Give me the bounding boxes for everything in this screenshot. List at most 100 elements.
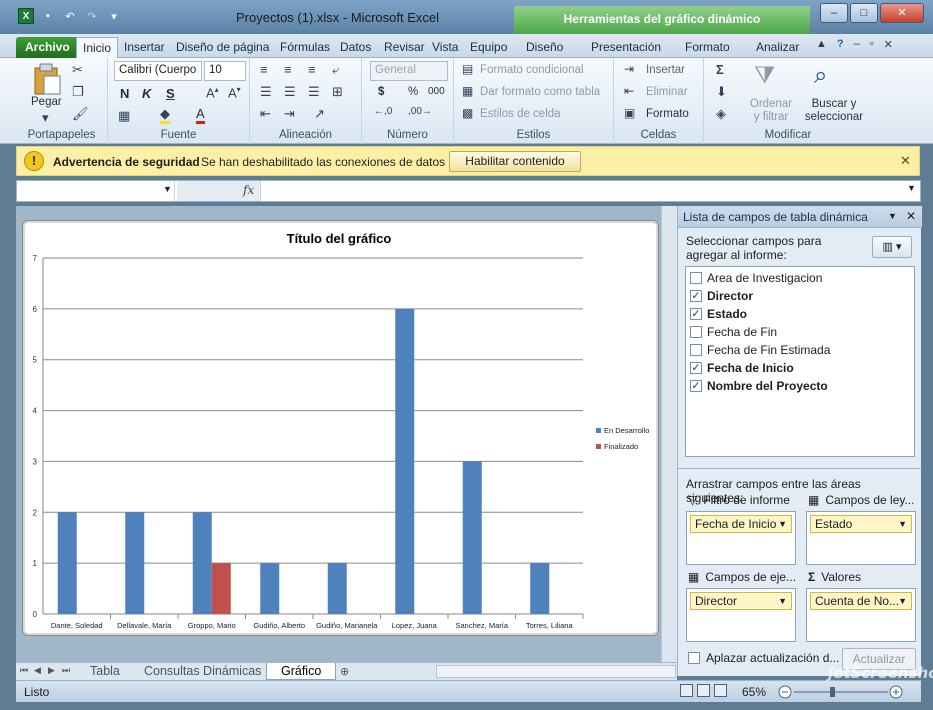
cell-styles-button[interactable]: Estilos de celda <box>480 108 561 120</box>
last-sheet-icon[interactable]: ⏭ <box>62 665 70 676</box>
fill-color-icon[interactable]: ◆ <box>160 106 170 124</box>
clear-icon[interactable]: ◈ <box>716 106 726 122</box>
font-color-icon[interactable]: A <box>196 106 205 124</box>
tab-archivo[interactable]: Archivo <box>16 37 79 58</box>
horizontal-scrollbar[interactable] <box>436 665 676 678</box>
insert-function-icon[interactable]: fx <box>243 183 254 197</box>
field-checkbox[interactable]: ✓ <box>690 308 702 320</box>
pivot-field-item[interactable]: ✓ Director <box>690 288 753 304</box>
fill-icon[interactable]: ⬇ <box>716 84 727 100</box>
collapse-ribbon-icon[interactable]: ▲ <box>816 38 827 51</box>
redo-icon[interactable]: ↷ <box>84 8 100 24</box>
name-box[interactable] <box>17 181 175 201</box>
axis-area[interactable]: Director ▼ <box>686 588 796 642</box>
increase-indent-icon[interactable]: ⇥ <box>284 106 295 122</box>
enable-content-button[interactable]: Habilitar contenido <box>449 151 581 172</box>
field-checkbox[interactable] <box>690 272 702 284</box>
tab-diseno[interactable]: Diseño <box>520 37 569 58</box>
bold-button[interactable]: N <box>120 86 129 101</box>
chip-dropdown-icon[interactable]: ▼ <box>778 593 787 609</box>
paste-dropdown-icon[interactable]: ▾ <box>42 110 49 126</box>
sheet-tab-grafico[interactable]: Gráfico <box>266 663 337 680</box>
tab-revisar[interactable]: Revisar <box>378 37 431 58</box>
shrink-font-icon[interactable]: A▾ <box>228 85 241 100</box>
percent-button[interactable]: % <box>408 86 418 98</box>
field-checkbox[interactable]: ✓ <box>690 380 702 392</box>
copy-icon[interactable]: ❐ <box>72 84 84 100</box>
layout-options-button[interactable]: ▥ ▾ <box>872 236 912 258</box>
tab-equipo[interactable]: Equipo <box>464 37 513 58</box>
page-break-view-icon[interactable] <box>714 684 727 697</box>
doc-restore-icon[interactable]: ▫ <box>870 38 874 51</box>
pivot-field-item[interactable]: ✓ Estado <box>690 306 747 322</box>
minimize-button[interactable]: – <box>820 3 848 23</box>
customize-qat-icon[interactable]: ▾ <box>106 8 122 24</box>
underline-button[interactable]: S <box>166 86 175 101</box>
chip-dropdown-icon[interactable]: ▼ <box>898 516 907 532</box>
currency-button[interactable]: $ <box>378 86 384 98</box>
align-right-icon[interactable]: ☰ <box>308 84 320 100</box>
orientation-icon[interactable]: ↗ <box>314 106 325 122</box>
number-format-select[interactable]: General <box>370 61 448 81</box>
align-top-icon[interactable]: ≡ <box>260 62 268 77</box>
legend-chip[interactable]: Estado ▼ <box>810 515 912 533</box>
align-left-icon[interactable]: ☰ <box>260 84 272 100</box>
insert-cells-button[interactable]: Insertar <box>646 64 685 76</box>
pivot-field-item[interactable]: ✓ Nombre del Proyecto <box>690 378 828 394</box>
field-checkbox[interactable] <box>690 344 702 356</box>
paste-button[interactable]: Pegar <box>31 96 62 108</box>
first-sheet-icon[interactable]: ⏮ <box>20 665 28 676</box>
sheet-tab-consultas[interactable]: Consultas Dinámicas <box>130 663 275 680</box>
pivot-field-item[interactable]: Fecha de Fin <box>690 324 777 340</box>
vertical-scrollbar[interactable] <box>661 206 677 662</box>
tab-diseno-pagina[interactable]: Diseño de página <box>170 37 275 58</box>
help-icon[interactable]: ? <box>837 38 844 51</box>
name-box-dropdown-icon[interactable]: ▼ <box>163 184 172 194</box>
conditional-format-button[interactable]: Formato condicional <box>480 64 584 76</box>
sort-filter-icon[interactable]: ⧩ <box>754 62 775 90</box>
tab-presentacion[interactable]: Presentación <box>585 37 667 58</box>
formula-input[interactable] <box>265 183 895 199</box>
sheet-tab-tabla[interactable]: Tabla <box>76 663 134 680</box>
increase-decimal-icon[interactable]: ←,0 <box>374 106 392 117</box>
close-warning-icon[interactable]: ✕ <box>900 153 911 169</box>
insert-sheet-icon[interactable]: ⊕ <box>340 665 349 678</box>
excel-app-icon[interactable]: X <box>18 8 34 24</box>
autosum-icon[interactable]: Σ <box>716 62 724 77</box>
wrap-text-icon[interactable]: ⤶ <box>332 62 339 78</box>
maximize-button[interactable]: □ <box>850 3 878 23</box>
next-sheet-icon[interactable]: ▶ <box>48 665 55 676</box>
tab-analizar[interactable]: Analizar <box>750 37 805 58</box>
tab-insertar[interactable]: Insertar <box>118 37 171 58</box>
pivot-chart[interactable]: Título del gráfico 0 1 2 3 4 5 6 7 Dante, Soledad… <box>22 220 659 636</box>
align-bottom-icon[interactable]: ≡ <box>308 62 316 77</box>
format-table-button[interactable]: Dar formato como tabla <box>480 86 600 98</box>
legend-area[interactable]: Estado ▼ <box>806 511 916 565</box>
field-checkbox[interactable]: ✓ <box>690 362 702 374</box>
align-middle-icon[interactable]: ≡ <box>284 62 292 77</box>
zoom-slider[interactable] <box>778 685 904 699</box>
decrease-decimal-icon[interactable]: ,00→ <box>408 106 432 117</box>
find-select-icon[interactable]: ⌕ <box>814 62 827 90</box>
defer-update-checkbox[interactable] <box>688 652 700 664</box>
close-button[interactable]: ✕ <box>880 3 924 23</box>
pivot-field-item[interactable]: ✓ Fecha de Inicio <box>690 360 794 376</box>
filter-chip[interactable]: Fecha de Inicio ▼ <box>690 515 792 533</box>
thousands-button[interactable]: 000 <box>428 86 445 97</box>
pivot-field-item[interactable]: Area de Investigacion <box>690 270 822 286</box>
grow-font-icon[interactable]: A▴ <box>206 85 219 100</box>
axis-chip[interactable]: Director ▼ <box>690 592 792 610</box>
find-select-button[interactable]: Buscar y seleccionar <box>804 98 864 124</box>
pivot-field-item[interactable]: Fecha de Fin Estimada <box>690 342 830 358</box>
align-center-icon[interactable]: ☰ <box>284 84 296 100</box>
format-painter-icon[interactable]: 🖌 <box>72 106 89 122</box>
tab-datos[interactable]: Datos <box>334 37 377 58</box>
pivot-close-icon[interactable]: ✕ <box>906 209 916 223</box>
font-size-select[interactable]: 10 <box>204 61 246 81</box>
format-cells-button[interactable]: Formato <box>646 108 689 120</box>
decrease-indent-icon[interactable]: ⇤ <box>260 106 271 122</box>
tab-formulas[interactable]: Fórmulas <box>274 37 336 58</box>
doc-minimize-icon[interactable]: – <box>854 38 860 51</box>
save-icon[interactable]: ▪ <box>40 8 56 24</box>
doc-close-icon[interactable]: ✕ <box>884 38 893 51</box>
